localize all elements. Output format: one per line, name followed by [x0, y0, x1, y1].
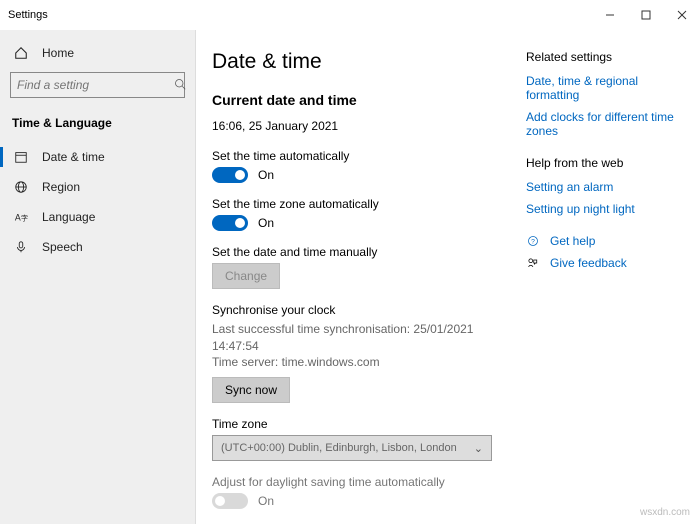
- link-night-light[interactable]: Setting up night light: [526, 202, 684, 216]
- sidebar: Home Time & Language Date & time Region …: [0, 30, 196, 524]
- give-feedback-link[interactable]: Give feedback: [526, 256, 684, 270]
- feedback-icon: [526, 257, 540, 269]
- current-dt-heading: Current date and time: [212, 92, 514, 108]
- auto-time-label: Set the time automatically: [212, 149, 514, 163]
- manual-dt-label: Set the date and time manually: [212, 245, 514, 259]
- auto-tz-state: On: [258, 216, 274, 230]
- close-button[interactable]: [664, 0, 700, 30]
- language-icon: A字: [12, 210, 30, 224]
- svg-text:A: A: [15, 213, 21, 223]
- change-button: Change: [212, 263, 280, 289]
- home-icon: [12, 46, 30, 60]
- tz-label: Time zone: [212, 417, 514, 431]
- dst-state: On: [258, 494, 274, 508]
- sidebar-item-language[interactable]: A字 Language: [0, 202, 195, 232]
- give-feedback-label: Give feedback: [550, 256, 627, 270]
- page-title: Date & time: [212, 50, 514, 74]
- search-icon: [174, 78, 186, 93]
- sidebar-home-label: Home: [42, 46, 74, 60]
- sync-server: Time server: time.windows.com: [212, 354, 514, 371]
- link-setting-alarm[interactable]: Setting an alarm: [526, 180, 684, 194]
- sync-heading: Synchronise your clock: [212, 303, 514, 317]
- sidebar-item-region[interactable]: Region: [0, 172, 195, 202]
- auto-time-toggle[interactable]: [212, 167, 248, 183]
- sidebar-item-label: Region: [42, 180, 80, 194]
- sync-last: Last successful time synchronisation: 25…: [212, 321, 514, 355]
- sidebar-item-speech[interactable]: Speech: [0, 232, 195, 262]
- sidebar-item-label: Speech: [42, 240, 83, 254]
- auto-tz-toggle[interactable]: [212, 215, 248, 231]
- link-add-clocks[interactable]: Add clocks for different time zones: [526, 110, 684, 138]
- help-icon: ?: [526, 235, 540, 247]
- auto-time-state: On: [258, 168, 274, 182]
- svg-text:?: ?: [531, 238, 535, 245]
- search-input[interactable]: [10, 72, 185, 98]
- related-settings-title: Related settings: [526, 50, 684, 64]
- globe-icon: [12, 180, 30, 194]
- sync-now-button[interactable]: Sync now: [212, 377, 290, 403]
- search-field[interactable]: [17, 78, 174, 92]
- minimize-button[interactable]: [592, 0, 628, 30]
- link-regional-formatting[interactable]: Date, time & regional formatting: [526, 74, 684, 102]
- help-from-web-title: Help from the web: [526, 156, 684, 170]
- svg-text:字: 字: [21, 214, 28, 223]
- current-dt-value: 16:06, 25 January 2021: [212, 118, 514, 135]
- maximize-button[interactable]: [628, 0, 664, 30]
- tz-value: (UTC+00:00) Dublin, Edinburgh, Lisbon, L…: [221, 442, 457, 454]
- dst-toggle: [212, 493, 248, 509]
- dst-label: Adjust for daylight saving time automati…: [212, 475, 514, 489]
- sidebar-item-date-time[interactable]: Date & time: [0, 142, 195, 172]
- sidebar-home[interactable]: Home: [0, 38, 195, 68]
- auto-tz-label: Set the time zone automatically: [212, 197, 514, 211]
- microphone-icon: [12, 240, 30, 254]
- tz-select: (UTC+00:00) Dublin, Edinburgh, Lisbon, L…: [212, 435, 492, 461]
- get-help-label: Get help: [550, 234, 595, 248]
- sidebar-item-label: Date & time: [42, 150, 105, 164]
- get-help-link[interactable]: ? Get help: [526, 234, 684, 248]
- chevron-down-icon: ⌄: [474, 442, 483, 455]
- watermark: wsxdn.com: [640, 507, 690, 518]
- calendar-icon: [12, 150, 30, 164]
- sidebar-section-title: Time & Language: [0, 110, 195, 142]
- sidebar-item-label: Language: [42, 210, 95, 224]
- window-title: Settings: [8, 9, 592, 21]
